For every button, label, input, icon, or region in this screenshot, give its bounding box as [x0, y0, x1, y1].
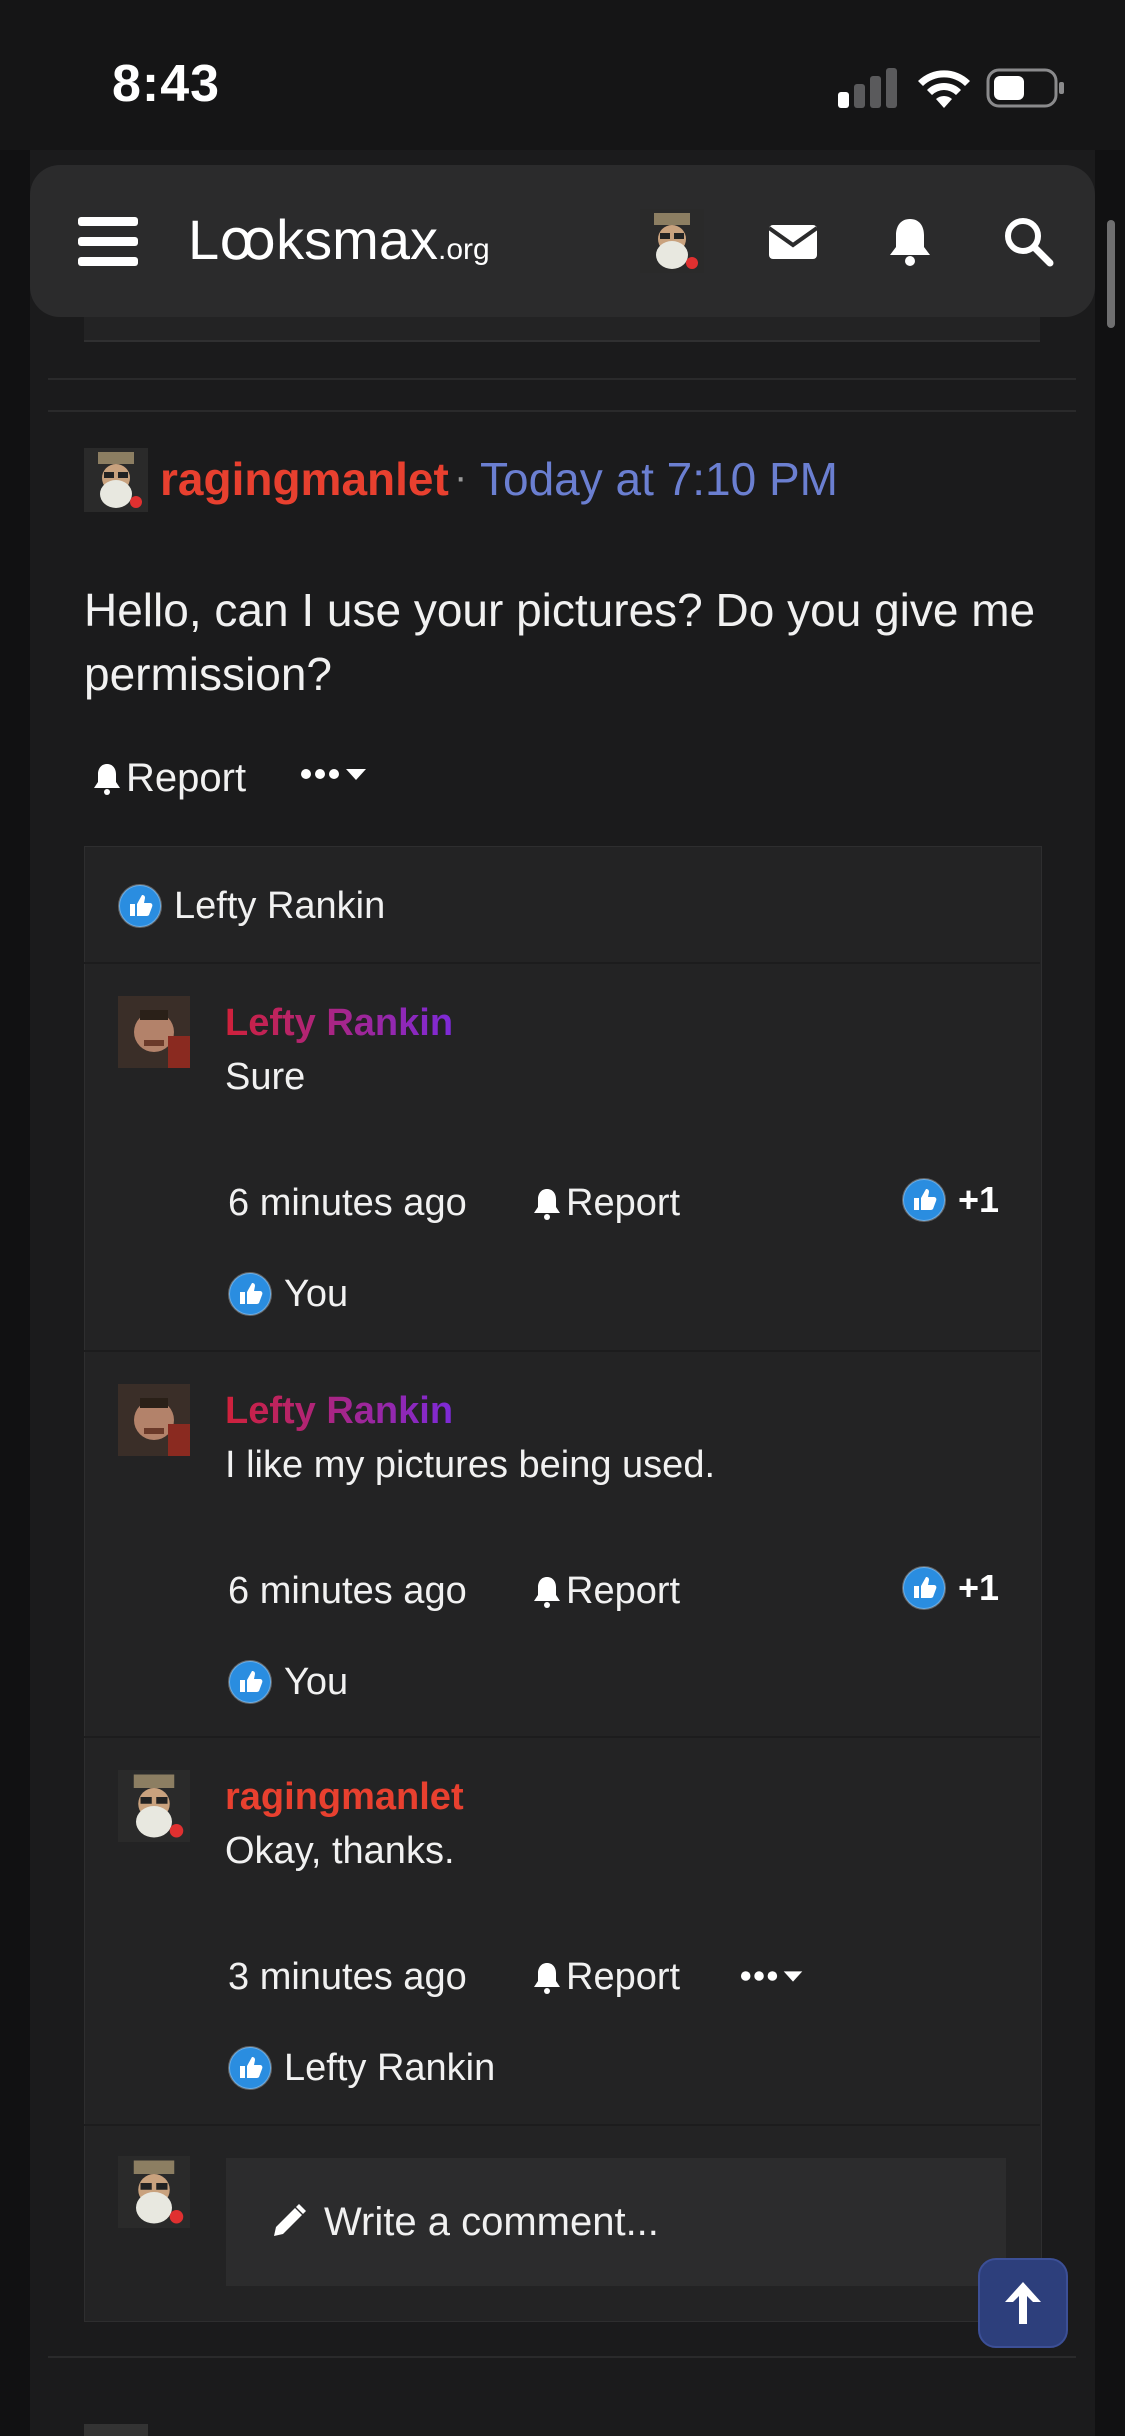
comment-author-name[interactable]: Lefty Rankin	[225, 1390, 453, 1433]
report-button[interactable]: Report	[532, 1570, 680, 1613]
search-icon[interactable]	[1000, 213, 1056, 269]
like-icon	[228, 2046, 272, 2090]
like-icon	[118, 884, 162, 928]
more-options-button[interactable]	[300, 766, 370, 782]
comment-reactions[interactable]: You	[228, 1660, 348, 1704]
comment-reactions[interactable]: Lefty Rankin	[228, 2046, 495, 2090]
more-options-button[interactable]	[740, 1968, 806, 1984]
reactor-name: Lefty Rankin	[284, 2046, 496, 2089]
ellipsis-icon	[740, 1971, 778, 1981]
comment-text: Sure	[225, 1056, 306, 1098]
report-label: Report	[566, 1182, 681, 1224]
status-bar: 8:43	[0, 0, 1125, 150]
divider	[48, 2356, 1076, 2358]
post-reactions[interactable]: Lefty Rankin	[118, 884, 385, 928]
report-button[interactable]: Report	[532, 1956, 680, 1999]
battery-icon	[986, 68, 1064, 108]
report-button[interactable]: Report	[92, 756, 246, 801]
like-icon	[902, 1178, 946, 1222]
like-icon	[228, 1272, 272, 1316]
write-comment-placeholder: Write a comment...	[324, 2199, 659, 2244]
post-author-avatar[interactable]	[84, 448, 148, 512]
comment-author-name[interactable]: ragingmanlet	[225, 1776, 464, 1819]
report-button[interactable]: Report	[532, 1182, 680, 1225]
logo-suffix: .org	[437, 233, 490, 266]
report-label: Report	[566, 1570, 681, 1612]
like-count: +1	[958, 1179, 1000, 1220]
scroll-to-top-button[interactable]	[978, 2258, 1068, 2348]
comment-text: Okay, thanks.	[225, 1830, 455, 1872]
next-post-avatar	[84, 2424, 148, 2436]
menu-icon[interactable]	[78, 217, 138, 267]
post-timestamp[interactable]: Today at 7:10 PM	[480, 452, 838, 506]
post-author-name[interactable]: ragingmanlet	[160, 452, 449, 506]
divider	[84, 962, 1040, 964]
reactor-name: You	[284, 1660, 349, 1703]
comment-author-name[interactable]: Lefty Rankin	[225, 1002, 453, 1045]
bell-icon	[534, 1962, 560, 1994]
bell-icon	[534, 1188, 560, 1220]
bell-icon[interactable]	[882, 213, 938, 269]
comment-timestamp[interactable]: 6 minutes ago	[228, 1570, 467, 1613]
current-user-avatar	[118, 2156, 190, 2228]
like-icon	[228, 1660, 272, 1704]
like-count-button[interactable]: +1	[902, 1178, 999, 1222]
comment-author-avatar[interactable]	[118, 1770, 190, 1842]
cellular-signal-icon	[838, 66, 898, 108]
reactor-name: Lefty Rankin	[174, 884, 386, 927]
like-icon	[902, 1566, 946, 1610]
bell-icon	[94, 763, 120, 795]
bell-icon	[534, 1576, 560, 1608]
post-body: Hello, can I use your pictures? Do you g…	[84, 584, 1036, 700]
comment-author-avatar[interactable]	[118, 1384, 190, 1456]
report-label: Report	[566, 1956, 681, 1998]
divider	[84, 1736, 1040, 1738]
caret-down-icon	[783, 1971, 803, 1982]
like-count-button[interactable]: +1	[902, 1566, 999, 1610]
scrollbar[interactable]	[1107, 220, 1115, 328]
user-avatar[interactable]	[640, 209, 704, 273]
comment-timestamp[interactable]: 3 minutes ago	[228, 1956, 467, 1999]
pencil-icon	[274, 2204, 306, 2236]
reactor-name: You	[284, 1272, 349, 1315]
comment-timestamp[interactable]: 6 minutes ago	[228, 1182, 467, 1225]
divider	[84, 2124, 1040, 2126]
divider	[48, 410, 1076, 412]
wifi-icon	[918, 70, 970, 108]
caret-down-icon	[346, 769, 366, 780]
write-comment-input[interactable]: Write a comment...	[226, 2158, 1006, 2286]
envelope-icon[interactable]	[765, 213, 821, 269]
logo-text: Lꝏksmax	[188, 208, 438, 271]
comment-text: I like my pictures being used.	[225, 1444, 716, 1486]
site-logo[interactable]: Lꝏksmax.org	[188, 207, 528, 277]
site-header: Lꝏksmax.org	[30, 165, 1095, 317]
arrow-up-icon	[1005, 2282, 1041, 2324]
ellipsis-icon	[301, 769, 339, 779]
divider	[84, 1350, 1040, 1352]
like-count: +1	[958, 1567, 1000, 1608]
status-time: 8:43	[112, 55, 221, 113]
separator-dot: ·	[454, 455, 468, 499]
divider	[48, 378, 1076, 380]
comment-reactions[interactable]: You	[228, 1272, 348, 1316]
comment-author-avatar[interactable]	[118, 996, 190, 1068]
report-label: Report	[126, 756, 247, 800]
